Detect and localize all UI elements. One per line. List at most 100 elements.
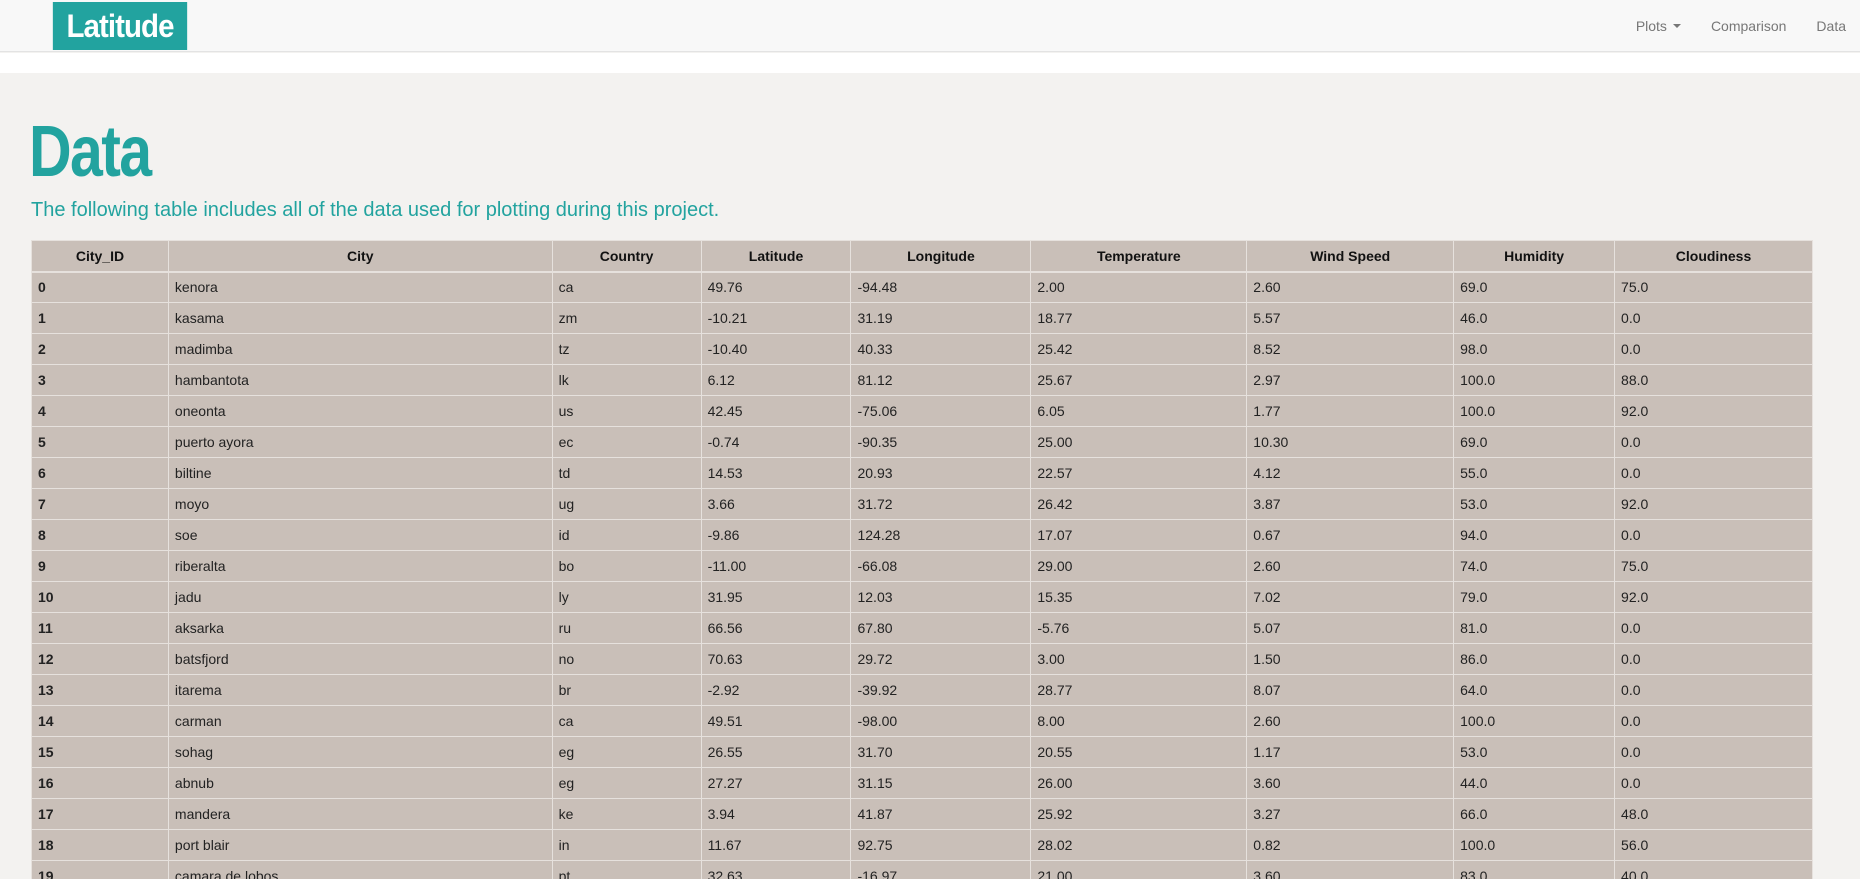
table-cell: 31.72 (850, 488, 1032, 520)
table-cell: td (551, 457, 702, 489)
table-cell: 7.02 (1246, 581, 1455, 613)
table-cell: 41.87 (850, 798, 1032, 830)
table-cell: biltine (167, 457, 553, 489)
table-cell: 92.0 (1614, 488, 1813, 520)
table-cell: 1.17 (1246, 736, 1455, 768)
table-cell: 46.0 (1453, 302, 1616, 334)
table-cell: soe (167, 519, 553, 551)
table-cell: 31.95 (700, 581, 852, 613)
table-cell: 74.0 (1453, 550, 1616, 582)
table-cell: 4 (31, 395, 169, 427)
table-cell: 92.75 (850, 829, 1032, 861)
table-cell: 6 (31, 457, 169, 489)
table-row: 8 soe id -9.86 124.28 17.07 0.67 94.0 0.0 (31, 519, 1813, 551)
table-cell: 92.0 (1614, 581, 1813, 613)
table-cell: bo (551, 550, 702, 582)
nav-item-comparison[interactable]: Comparison (1711, 18, 1786, 34)
table-cell: ru (551, 612, 702, 644)
table-cell: 16 (31, 767, 169, 799)
table-cell: -0.74 (700, 426, 852, 458)
table-cell: id (551, 519, 702, 551)
table-cell: 3.60 (1246, 767, 1455, 799)
table-cell: 4.12 (1246, 457, 1455, 489)
table-cell: -11.00 (700, 550, 852, 582)
table-cell: 11.67 (700, 829, 852, 861)
table-cell: 67.80 (850, 612, 1032, 644)
table-cell: -90.35 (850, 426, 1032, 458)
table-row: 19 camara de lobos pt 32.63 -16.97 21.00 3.60 8… (31, 860, 1813, 879)
table-cell: in (551, 829, 702, 861)
table-cell: 28.02 (1030, 829, 1248, 861)
table-cell: aksarka (167, 612, 553, 644)
table-cell: riberalta (167, 550, 553, 582)
nav-item-data[interactable]: Data (1816, 18, 1846, 34)
table-row: 12 batsfjord no 70.63 29.72 3.00 1.50 86.0 0.0 (31, 643, 1813, 675)
table-cell: 88.0 (1614, 364, 1813, 396)
table-cell: 94.0 (1453, 519, 1616, 551)
table-cell: 0.0 (1614, 674, 1813, 706)
table-cell: 20.55 (1030, 736, 1248, 768)
table-cell: 6.05 (1030, 395, 1248, 427)
table-cell: 0.0 (1614, 302, 1813, 334)
table-cell: 13 (31, 674, 169, 706)
brand-logo[interactable]: Latitude (52, 2, 188, 50)
table-cell: 48.0 (1614, 798, 1813, 830)
table-cell: 0.0 (1614, 333, 1813, 365)
table-cell: -10.21 (700, 302, 852, 334)
table-cell: ug (551, 488, 702, 520)
table-cell: 53.0 (1453, 736, 1616, 768)
table-row: 5 puerto ayora ec -0.74 -90.35 25.00 10.30 69.0… (31, 426, 1813, 458)
table-cell: 18 (31, 829, 169, 861)
table-cell: 0.0 (1614, 736, 1813, 768)
column-header: Country (551, 240, 702, 273)
table-cell: -16.97 (850, 860, 1032, 879)
table-cell: 98.0 (1453, 333, 1616, 365)
table-cell: us (551, 395, 702, 427)
table-cell: 81.12 (850, 364, 1032, 396)
table-cell: 0.0 (1614, 767, 1813, 799)
column-header: Latitude (700, 240, 852, 273)
data-table: City_ID City Country Latitude Longitude Tempe… (31, 240, 1813, 879)
table-row: 13 itarema br -2.92 -39.92 28.77 8.07 64.0 0.0 (31, 674, 1813, 706)
table-cell: -9.86 (700, 519, 852, 551)
table-cell: 10.30 (1246, 426, 1455, 458)
table-cell: puerto ayora (167, 426, 553, 458)
table-cell: kenora (167, 271, 553, 303)
table-cell: sohag (167, 736, 553, 768)
table-cell: 83.0 (1453, 860, 1616, 879)
table-cell: 3.87 (1246, 488, 1455, 520)
table-row: 2 madimba tz -10.40 40.33 25.42 8.52 98.0 0.0 (31, 333, 1813, 365)
table-cell: 75.0 (1614, 550, 1813, 582)
table-cell: 15 (31, 736, 169, 768)
column-header: City (167, 240, 553, 273)
table-cell: 11 (31, 612, 169, 644)
table-cell: -10.40 (700, 333, 852, 365)
table-row: 1 kasama zm -10.21 31.19 18.77 5.57 46.0 0.0 (31, 302, 1813, 334)
table-cell: 1 (31, 302, 169, 334)
data-table-container[interactable]: City_ID City Country Latitude Longitude Tempe… (31, 240, 1813, 879)
nav-item-plots[interactable]: Plots (1636, 18, 1681, 34)
nav-item-data-label: Data (1816, 18, 1846, 34)
table-cell: 69.0 (1453, 426, 1616, 458)
table-cell: 0.0 (1614, 519, 1813, 551)
table-cell: moyo (167, 488, 553, 520)
table-cell: ly (551, 581, 702, 613)
table-cell: 2.60 (1246, 271, 1455, 303)
table-cell: 66.56 (700, 612, 852, 644)
table-cell: 3 (31, 364, 169, 396)
table-cell: -39.92 (850, 674, 1032, 706)
table-cell: batsfjord (167, 643, 553, 675)
table-cell: 3.00 (1030, 643, 1248, 675)
table-cell: 12 (31, 643, 169, 675)
table-row: 0 kenora ca 49.76 -94.48 2.00 2.60 69.0 75.0 (31, 271, 1813, 303)
table-cell: ke (551, 798, 702, 830)
table-cell: port blair (167, 829, 553, 861)
column-header: Cloudiness (1614, 240, 1813, 273)
table-cell: 53.0 (1453, 488, 1616, 520)
table-cell: 56.0 (1614, 829, 1813, 861)
table-cell: 70.63 (700, 643, 852, 675)
table-cell: 5.07 (1246, 612, 1455, 644)
table-cell: 44.0 (1453, 767, 1616, 799)
table-cell: 0.0 (1614, 457, 1813, 489)
table-cell: ca (551, 271, 702, 303)
